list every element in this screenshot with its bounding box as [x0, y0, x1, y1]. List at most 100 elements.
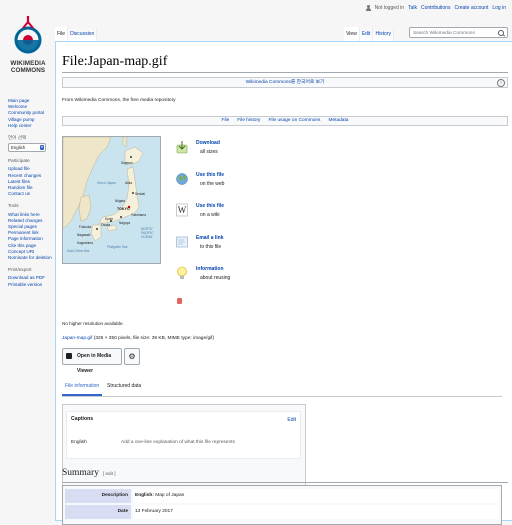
file-toc: File File history File usage on Commons …	[62, 116, 508, 126]
talk-link[interactable]: Talk	[408, 5, 417, 11]
lightbulb-icon	[177, 266, 187, 279]
tab-discussion[interactable]: Discussion	[68, 27, 98, 41]
description-value: English: Map of Japan	[133, 489, 499, 503]
reuse-info-label: Information	[196, 266, 224, 272]
language-select-value: English	[11, 145, 26, 151]
email-link-action[interactable]: Email a link to this file	[176, 233, 246, 265]
not-logged-in-label: Not logged in	[374, 5, 405, 11]
tab-view[interactable]: View	[344, 27, 360, 41]
use-on-wiki-action[interactable]: W Use this file on a wiki	[176, 201, 246, 233]
search-input[interactable]: Search Wikimedia Commons	[409, 27, 508, 38]
map-label-fukuoka: Fukuoka	[79, 225, 92, 229]
tab-file[interactable]: File	[55, 27, 69, 41]
map-label-osaka: Osaka	[101, 223, 111, 227]
use-on-web-sublabel: on the web	[200, 180, 225, 187]
map-label-akita: Akita	[125, 181, 133, 185]
map-label-tokyo: TOKYO	[117, 207, 130, 211]
table-row: Date 13 February 2017	[65, 505, 499, 519]
use-on-web-label: Use this file	[196, 171, 225, 178]
japan-map-image[interactable]: Sapporo Sea of Japan Akita Sendai Niigat…	[62, 136, 161, 264]
wikimedia-commons-logo[interactable]: WIKIMEDIA COMMONS	[6, 14, 50, 88]
date-key: Date	[65, 505, 131, 519]
sidebar-item-nominate-for-deletion[interactable]: Nominate for deletion	[8, 255, 58, 261]
toc-file-link[interactable]: File	[222, 117, 230, 125]
map-label-kyoto: Kyoto	[105, 217, 114, 221]
email-icon	[176, 236, 188, 247]
use-on-web-action[interactable]: Use this file on the web	[176, 170, 246, 202]
media-viewer-settings-button[interactable]: ⚙	[124, 348, 140, 365]
download-icon	[176, 141, 188, 154]
file-info-line: Japan-map.gif (326 × 350 pixels, file si…	[62, 336, 214, 341]
email-link-label: Email a link	[196, 234, 224, 241]
sidebar-item-printable-version[interactable]: Printable version	[8, 282, 58, 288]
map-label-nagasaki: Nagasaki	[77, 233, 91, 237]
log-in-link[interactable]: Log in	[492, 5, 506, 11]
commons-logo-icon	[14, 16, 42, 54]
resolution-note: No higher resolution available.	[62, 321, 124, 326]
logo-text-line1: WIKIMEDIA	[10, 60, 46, 67]
map-label-philippine-sea: Philippine Sea	[107, 245, 128, 249]
view-tabs: View Edit History	[344, 27, 394, 41]
summary-edit-link[interactable]: [ edit ]	[103, 471, 116, 476]
map-label-sapporo: Sapporo	[121, 161, 134, 165]
help-icon[interactable]: ?	[497, 79, 505, 87]
create-account-link[interactable]: Create account	[454, 5, 488, 11]
file-name-link[interactable]: Japan-map.gif	[62, 336, 92, 341]
participate-heading: Participate	[8, 158, 30, 164]
reuse-info-sublabel: about reusing	[200, 275, 231, 281]
tab-edit[interactable]: Edit	[359, 27, 374, 41]
map-label-sendai: Sendai	[135, 192, 145, 196]
logo-text-line2: COMMONS	[10, 67, 46, 74]
media-viewer-icon	[66, 353, 72, 359]
structured-data-tabs: File information Structured data	[62, 380, 502, 397]
file-details: (326 × 350 pixels, file size: 39 KB, MIM…	[92, 336, 215, 341]
use-on-wiki-label: Use this file	[196, 203, 225, 209]
open-media-viewer-label: Open in Media Viewer	[77, 353, 112, 374]
summary-title: Summary	[62, 468, 99, 478]
open-media-viewer-button[interactable]: Open in Media Viewer	[62, 348, 122, 374]
tab-file-information[interactable]: File information	[62, 380, 103, 396]
map-label-north-pacific: NORTH PACIFIC OCEAN	[141, 227, 154, 239]
table-row: Description English: Map of Japan	[65, 489, 499, 503]
print-export-heading: Print/export	[8, 267, 32, 273]
svg-text:W: W	[178, 205, 187, 215]
captions-heading: Captions	[71, 416, 94, 422]
broken-image-icon	[177, 298, 182, 304]
download-action[interactable]: Download all sizes	[176, 138, 246, 170]
globe-icon	[176, 172, 188, 185]
tools-heading: Tools	[8, 203, 19, 209]
language-heading: 언어 선택	[8, 135, 27, 141]
language-banner: Wikimedia Commons를 한국어로 보기 ?	[62, 77, 508, 88]
toc-metadata-link[interactable]: Metadata	[328, 117, 348, 125]
language-select[interactable]: English ▾	[8, 143, 46, 153]
user-icon	[365, 5, 371, 11]
description-key: Description	[65, 489, 131, 503]
toc-file-history-link[interactable]: File history	[237, 117, 260, 125]
site-subtitle: From Wikimedia Commons, the free media r…	[62, 98, 176, 103]
language-banner-link[interactable]: Wikimedia Commons를 한국어로 보기	[246, 80, 325, 85]
wiki-icon: W	[176, 203, 188, 217]
page-title: File:Japan-map.gif	[62, 54, 168, 69]
caption-language: English	[71, 440, 87, 445]
tab-history[interactable]: History	[373, 27, 394, 41]
download-label: Download	[196, 140, 220, 146]
sidebar-item-help-center[interactable]: Help center	[8, 123, 58, 129]
caption-placeholder[interactable]: Add a one-line explanation of what this …	[121, 440, 235, 445]
description-lang: English:	[135, 493, 154, 498]
summary-heading: Summary [ edit ]	[62, 468, 115, 478]
chevron-down-icon: ▾	[40, 145, 44, 151]
tab-structured-data[interactable]: Structured data	[104, 380, 144, 392]
reuse-info-action[interactable]: Information about reusing	[176, 264, 246, 296]
toc-file-usage-link[interactable]: File usage on Commons	[268, 117, 320, 125]
date-value: 13 February 2017	[133, 505, 499, 519]
map-label-nagoya: Nagoya	[119, 221, 130, 225]
user-bar: Not logged in Talk Contributions Create …	[365, 5, 506, 11]
description-text: Map of Japan	[153, 493, 185, 498]
content-area: File:Japan-map.gif Wikimedia Commons를 한국…	[55, 41, 512, 525]
captions-card: Captions Edit English Add a one-line exp…	[66, 411, 301, 459]
use-on-wiki-sublabel: on a wiki	[200, 212, 220, 218]
search-icon[interactable]	[498, 30, 504, 36]
sidebar-item-contact-us[interactable]: Contact us	[8, 191, 58, 197]
contributions-link[interactable]: Contributions	[421, 5, 450, 11]
captions-edit-link[interactable]: Edit	[287, 417, 296, 423]
